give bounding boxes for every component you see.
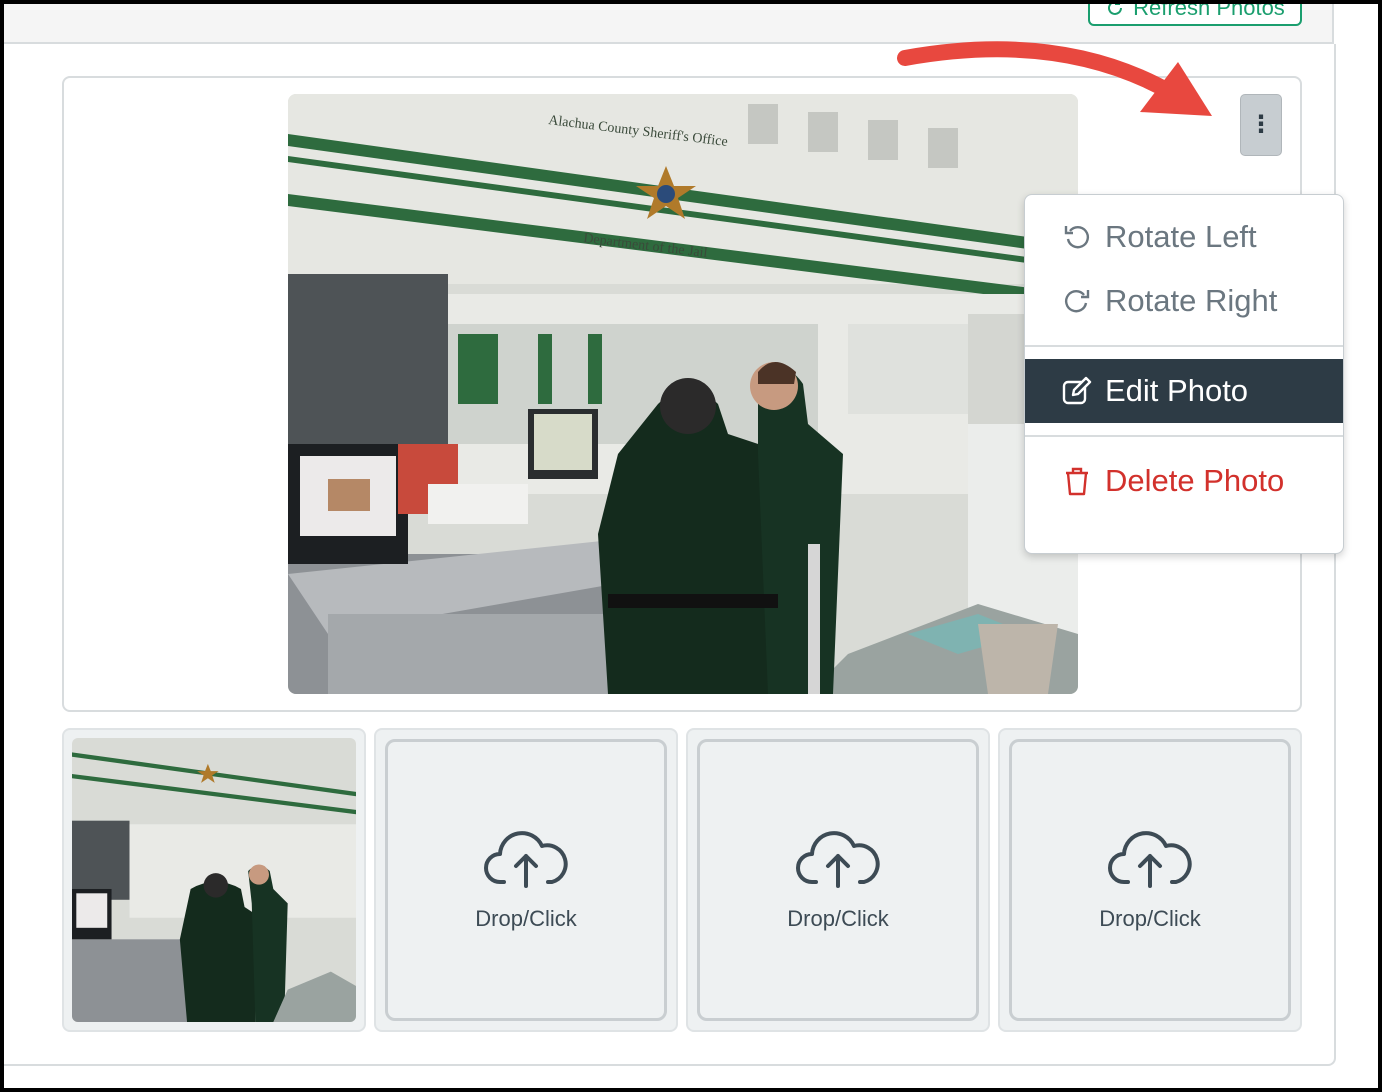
- menu-item-delete-photo[interactable]: Delete Photo: [1025, 449, 1343, 513]
- dropzone-label: Drop/Click: [1099, 906, 1201, 931]
- menu-item-edit-photo[interactable]: Edit Photo: [1025, 359, 1343, 423]
- toolbar: Refresh Photos: [4, 4, 1334, 44]
- trash-icon: [1066, 467, 1088, 496]
- dropzone-area: Drop/Click: [1009, 739, 1291, 1021]
- photo-options-menu: Rotate Left Rotate Right Edit Photo Dele…: [1024, 194, 1344, 554]
- rotate-left-icon: [1064, 226, 1089, 249]
- dropzone-label: Drop/Click: [475, 906, 577, 931]
- jail-lobby-photo: Alachua County Sheriff's Office Departme…: [288, 94, 1078, 694]
- dropzone-label: Drop/Click: [787, 906, 889, 931]
- refresh-photos-label: Refresh Photos: [1133, 4, 1285, 20]
- menu-item-rotate-right[interactable]: Rotate Right: [1025, 269, 1343, 333]
- photos-panel: Alachua County Sheriff's Office Departme…: [4, 44, 1344, 1066]
- cloud-upload-icon: [484, 831, 568, 888]
- app-frame: Refresh Photos Alachua County Sheriff's …: [4, 4, 1378, 1088]
- thumbnail-image: [72, 738, 356, 1022]
- rotate-right-label: Rotate Right: [1105, 283, 1278, 318]
- edit-photo-label: Edit Photo: [1105, 373, 1249, 408]
- refresh-icon: [1108, 4, 1123, 15]
- rotate-right-icon: [1065, 290, 1090, 313]
- refresh-photos-button[interactable]: Refresh Photos: [1088, 4, 1302, 26]
- thumbnail-photo-1[interactable]: [62, 728, 366, 1032]
- edit-icon: [1062, 376, 1092, 405]
- cloud-upload-icon: [796, 831, 880, 888]
- more-options-button[interactable]: ⋮: [1240, 94, 1282, 156]
- menu-divider: [1025, 345, 1343, 347]
- main-photo-container: Alachua County Sheriff's Office Departme…: [62, 76, 1344, 712]
- main-photo: Alachua County Sheriff's Office Departme…: [288, 94, 1078, 694]
- dropzone-area: Drop/Click: [697, 739, 979, 1021]
- menu-item-rotate-left[interactable]: Rotate Left: [1025, 205, 1343, 269]
- jail-lobby-thumbnail: [72, 738, 356, 1022]
- dropzone-1[interactable]: Drop/Click: [374, 728, 678, 1032]
- delete-photo-label: Delete Photo: [1105, 463, 1285, 498]
- dropzone-3[interactable]: Drop/Click: [998, 728, 1302, 1032]
- rotate-left-label: Rotate Left: [1105, 219, 1257, 254]
- cloud-upload-icon: [1108, 831, 1192, 888]
- photo-thumbnails: Drop/Click Drop/Click Drop/Click: [62, 728, 1302, 1032]
- kebab-icon: ⋮: [1249, 111, 1273, 138]
- dropzone-2[interactable]: Drop/Click: [686, 728, 990, 1032]
- dropzone-area: Drop/Click: [385, 739, 667, 1021]
- menu-divider: [1025, 435, 1343, 437]
